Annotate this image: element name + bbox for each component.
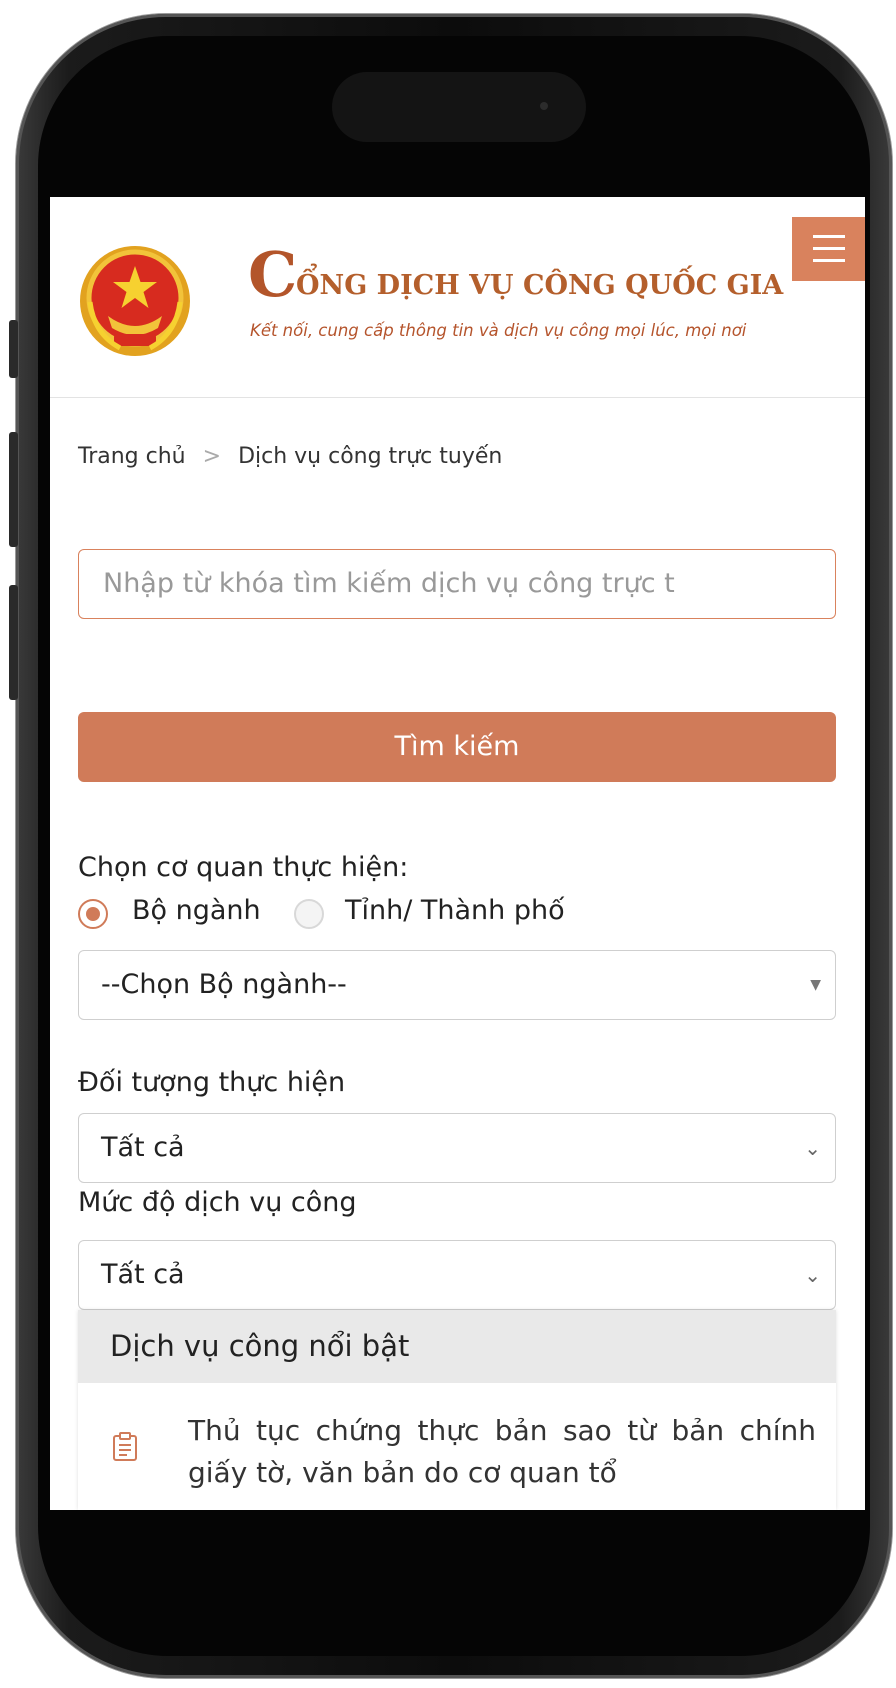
- chevron-down-icon: ⌄: [804, 1263, 821, 1287]
- radio-ministry[interactable]: [78, 899, 108, 929]
- service-level-select-value: Tất cả: [101, 1259, 185, 1290]
- site-header: C ỔNG DỊCH VỤ CÔNG QUỐC GIA Kết nối, cun…: [50, 197, 865, 398]
- subject-select-value: Tất cả: [101, 1132, 185, 1163]
- ministry-select-value: --Chọn Bộ ngành--: [101, 969, 347, 1000]
- volume-up-button: [9, 432, 18, 547]
- featured-service-link[interactable]: Thủ tục chứng thực bản sao từ bản chính …: [188, 1410, 816, 1494]
- site-title-text: ỔNG DỊCH VỤ CÔNG QUỐC GIA: [296, 270, 784, 301]
- document-clipboard-icon: [113, 1432, 137, 1461]
- front-camera: [540, 102, 548, 110]
- service-level-label: Mức độ dịch vụ công: [78, 1187, 357, 1218]
- search-input[interactable]: Nhập từ khóa tìm kiếm dịch vụ công trực …: [78, 549, 836, 619]
- hamburger-menu-icon-line: [813, 259, 845, 262]
- dynamic-island: [332, 72, 586, 142]
- breadcrumb: Trang chủ > Dịch vụ công trực tuyến: [78, 444, 502, 469]
- hamburger-menu-button[interactable]: [792, 217, 865, 281]
- volume-down-button: [9, 585, 18, 700]
- service-level-select[interactable]: Tất cả ⌄: [78, 1240, 836, 1310]
- breadcrumb-separator: >: [202, 444, 222, 469]
- hamburger-menu-icon: [813, 235, 845, 238]
- ministry-select[interactable]: --Chọn Bộ ngành-- ▼: [78, 950, 836, 1020]
- breadcrumb-current: Dịch vụ công trực tuyến: [238, 444, 503, 469]
- breadcrumb-home-link[interactable]: Trang chủ: [78, 444, 186, 469]
- featured-services-panel: Dịch vụ công nổi bật Thủ tục chứng thực …: [78, 1310, 836, 1510]
- hamburger-menu-icon-line: [813, 247, 845, 250]
- radio-ministry-label[interactable]: Bộ ngành: [132, 895, 261, 926]
- subject-label: Đối tượng thực hiện: [78, 1067, 346, 1098]
- radio-province[interactable]: [294, 899, 324, 929]
- site-title-initial: C: [248, 238, 298, 311]
- caret-down-icon: ▼: [810, 977, 821, 993]
- radio-province-label[interactable]: Tỉnh/ Thành phố: [345, 895, 565, 926]
- chevron-down-icon: ⌄: [804, 1136, 821, 1160]
- featured-services-heading: Dịch vụ công nổi bật: [78, 1310, 836, 1383]
- agency-label: Chọn cơ quan thực hiện:: [78, 852, 409, 883]
- subject-select[interactable]: Tất cả ⌄: [78, 1113, 836, 1183]
- site-subtitle: Kết nối, cung cấp thông tin và dịch vụ c…: [250, 321, 747, 340]
- search-button[interactable]: Tìm kiếm: [78, 712, 836, 782]
- national-emblem-icon[interactable]: [78, 244, 192, 358]
- browser-screen: C ỔNG DỊCH VỤ CÔNG QUỐC GIA Kết nối, cun…: [50, 197, 865, 1510]
- silent-switch: [9, 320, 18, 378]
- site-title[interactable]: C ỔNG DỊCH VỤ CÔNG QUỐC GIA: [248, 238, 828, 312]
